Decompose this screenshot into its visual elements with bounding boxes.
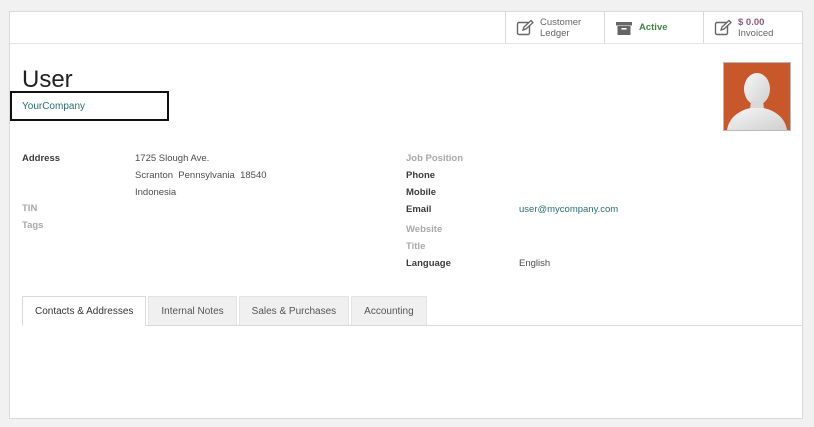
address-street[interactable]: 1725 Slough Ave. [135,153,209,164]
tab-sales-purchases[interactable]: Sales & Purchases [238,296,350,325]
email-link[interactable]: user@mycompany.com [519,204,618,215]
ledger-label-line1: Customer [540,16,582,28]
address-city-line[interactable]: Scranton Pennsylvania 18540 [135,170,267,181]
active-toggle-button[interactable]: Active [604,12,703,43]
language-value[interactable]: English [519,258,550,269]
edit-icon [516,19,534,35]
invoiced-label: Invoiced [738,27,774,39]
title-label: Title [406,241,426,252]
form-sheet: Customer Ledger Active $ 0.00 Invoiced U… [9,11,803,419]
smart-button-box: Customer Ledger Active $ 0.00 Invoiced [505,12,802,44]
tags-label: Tags [22,220,44,231]
invoiced-button[interactable]: $ 0.00 Invoiced [703,12,802,43]
address-label: Address [22,153,61,164]
tin-label: TIN [22,203,38,214]
active-label: Active [639,22,668,33]
address-country[interactable]: Indonesia [135,187,176,198]
tab-accounting[interactable]: Accounting [351,296,427,325]
email-label: Email [406,204,432,215]
divider [10,43,802,44]
partner-name[interactable]: User [22,66,73,94]
tab-internal-notes[interactable]: Internal Notes [148,296,237,325]
person-placeholder-icon [727,73,787,130]
customer-ledger-button[interactable]: Customer Ledger [505,12,604,43]
highlight-box [10,91,169,121]
phone-label: Phone [406,170,436,181]
edit-icon [714,19,732,35]
ledger-label-line2: Ledger [540,27,570,39]
job-position-label: Job Position [406,153,463,164]
archive-icon [616,21,632,35]
notebook-tabs: Contacts & Addresses Internal Notes Sale… [22,296,802,326]
language-label: Language [406,258,451,269]
invoiced-amount: $ 0.00 [738,16,765,28]
tab-contacts-addresses[interactable]: Contacts & Addresses [22,296,147,326]
avatar[interactable] [723,62,791,131]
website-label: Website [406,224,443,235]
mobile-label: Mobile [406,187,437,198]
